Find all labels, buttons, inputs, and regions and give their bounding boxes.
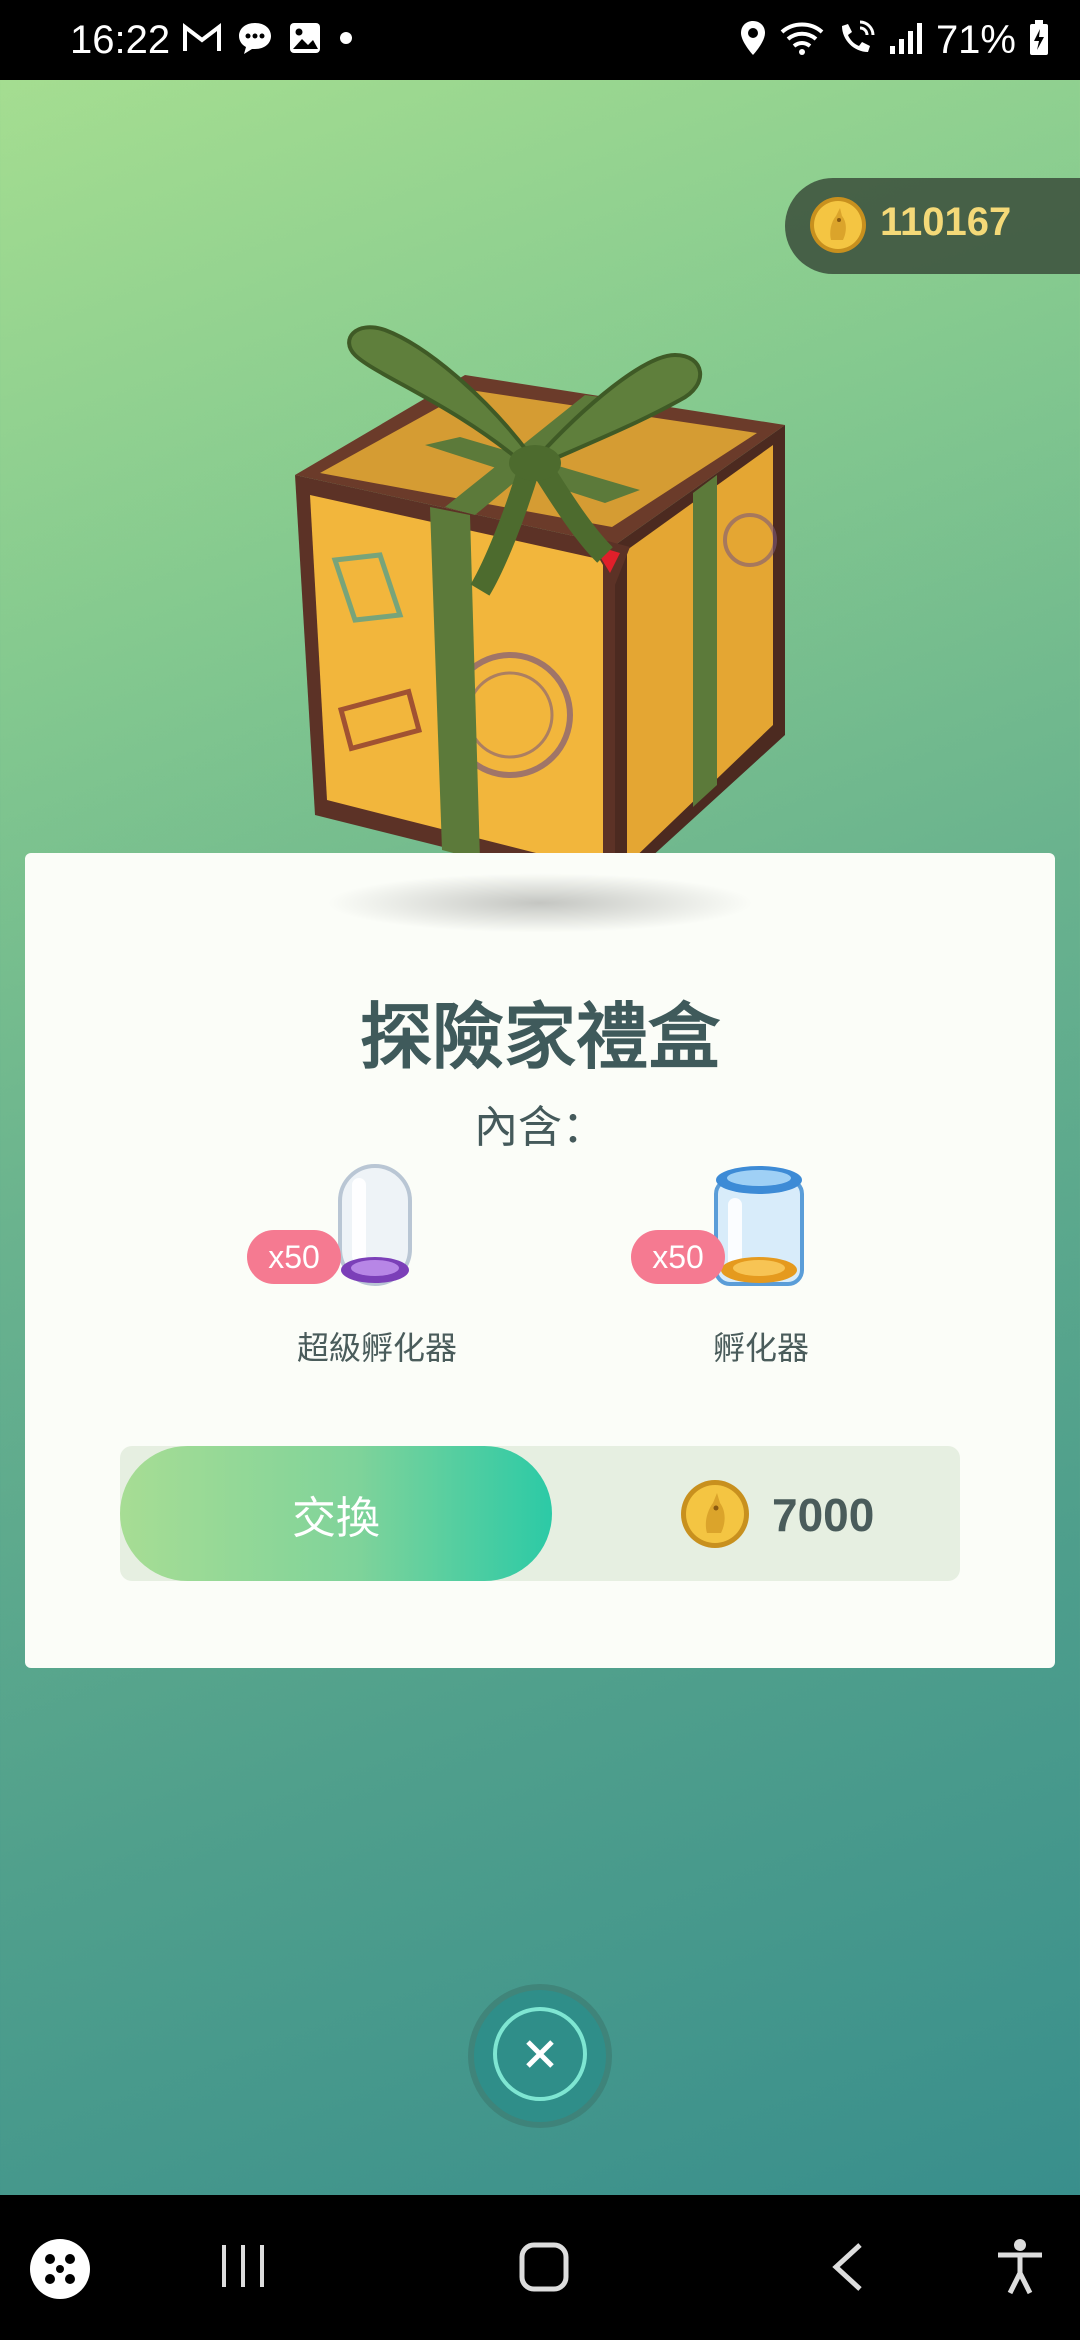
location-icon <box>738 19 768 62</box>
status-time: 16:22 <box>70 18 171 62</box>
pokecoin-icon <box>680 1479 750 1553</box>
navigation-bar <box>0 2195 1080 2340</box>
contains-label: 內含： <box>474 1102 606 1153</box>
wifi-icon <box>780 20 824 61</box>
gmail-icon <box>182 22 222 59</box>
close-button[interactable] <box>474 1990 606 2122</box>
explorer-box-image <box>285 315 795 895</box>
quantity-badge: x50 <box>247 1230 341 1284</box>
battery-charging-icon <box>1028 19 1050 62</box>
offer-title: 探險家禮盒 <box>359 995 720 1079</box>
coin-balance-amount: 110167 <box>880 200 1012 244</box>
gallery-icon <box>288 21 322 60</box>
recent-apps-icon[interactable] <box>218 2241 268 2295</box>
accessibility-icon[interactable] <box>990 2237 1050 2301</box>
wifi-calling-icon <box>836 20 876 61</box>
notification-icons <box>182 20 356 61</box>
exchange-row: 交換 7000 <box>120 1446 960 1581</box>
offer-card: 探險家禮盒 內含： x50 超級孵化器 x50 孵化器 交換 7000 <box>25 853 1055 1668</box>
game-launcher-icon[interactable] <box>28 2237 92 2305</box>
system-icons: 71% <box>738 18 1050 63</box>
quantity-badge: x50 <box>631 1230 725 1284</box>
chat-bubble-icon <box>236 20 274 61</box>
coin-balance: 110167 <box>785 178 1080 274</box>
item-incubator: x50 孵化器 <box>631 1158 891 1368</box>
price-amount: 7000 <box>772 1489 875 1541</box>
battery-percent: 71% <box>935 18 1016 62</box>
close-icon <box>490 2004 590 2108</box>
box-shadow <box>325 873 755 933</box>
signal-icon <box>888 20 924 61</box>
back-icon[interactable] <box>828 2241 868 2297</box>
dot-icon <box>336 28 356 53</box>
item-super-incubator: x50 超級孵化器 <box>247 1158 507 1368</box>
item-label: 超級孵化器 <box>296 1329 457 1367</box>
exchange-button[interactable]: 交換 <box>120 1446 552 1581</box>
item-label: 孵化器 <box>712 1329 809 1367</box>
home-icon[interactable] <box>518 2241 570 2297</box>
pokecoin-icon <box>809 196 867 258</box>
status-bar: 16:22 71% <box>0 0 1080 80</box>
